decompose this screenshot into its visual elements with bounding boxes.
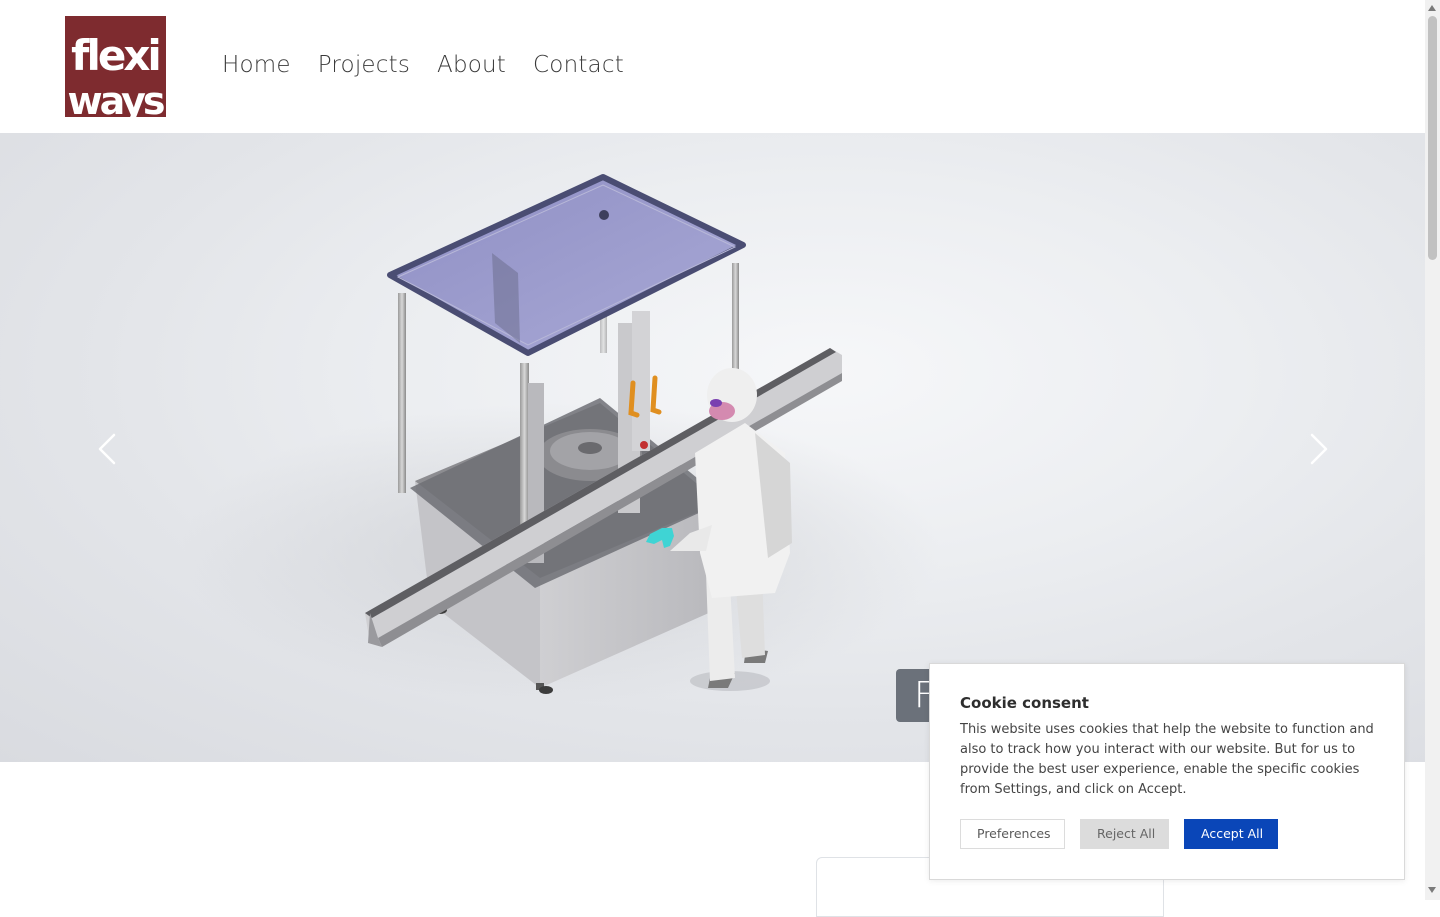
svg-text:flexi: flexi xyxy=(71,31,159,80)
cookie-consent-dialog: Cookie consent This website uses cookies… xyxy=(929,663,1405,880)
nav-item-contact[interactable]: Contact xyxy=(533,50,624,80)
flexiways-logo[interactable]: flexi ways xyxy=(65,16,166,117)
svg-text:ways: ways xyxy=(68,79,164,117)
accept-all-button[interactable]: Accept All xyxy=(1184,819,1278,849)
carousel-next-button[interactable] xyxy=(1298,429,1338,469)
carousel-prev-button[interactable] xyxy=(88,429,128,469)
main-nav: Home Projects About Contact xyxy=(222,50,651,80)
chevron-right-icon xyxy=(1310,433,1328,465)
scroll-down-arrow-icon[interactable] xyxy=(1428,887,1436,893)
cookie-consent-title: Cookie consent xyxy=(960,694,1089,712)
chevron-left-icon xyxy=(98,433,116,465)
scrollbar-thumb[interactable] xyxy=(1428,16,1437,260)
nav-item-projects[interactable]: Projects xyxy=(318,50,410,80)
nav-item-home[interactable]: Home xyxy=(222,50,291,80)
nav-item-about[interactable]: About xyxy=(437,50,506,80)
site-header: flexi ways Home Projects About Contact xyxy=(0,0,1425,133)
scroll-up-arrow-icon[interactable] xyxy=(1428,5,1436,11)
reject-all-button[interactable]: Reject All xyxy=(1080,819,1169,849)
page-scrollbar[interactable] xyxy=(1425,0,1440,900)
cookie-consent-message: This website uses cookies that help the … xyxy=(960,722,1374,797)
cookie-consent-actions: Preferences Reject All Accept All xyxy=(960,819,1278,849)
preferences-button[interactable]: Preferences xyxy=(960,819,1065,849)
